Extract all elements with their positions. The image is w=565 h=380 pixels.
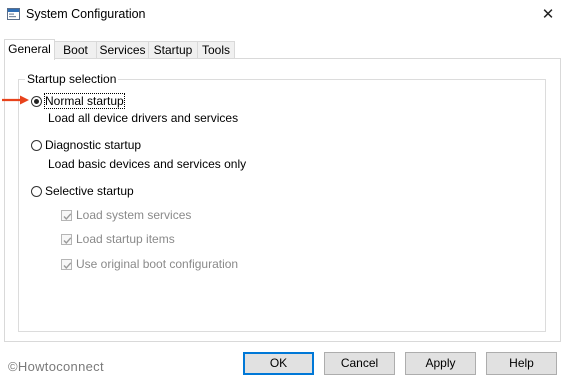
help-button[interactable]: Help bbox=[486, 352, 557, 375]
tab-tools[interactable]: Tools bbox=[197, 41, 235, 58]
normal-startup-radio[interactable]: Normal startup bbox=[31, 93, 125, 109]
window-title: System Configuration bbox=[26, 7, 146, 21]
checkbox-checked-icon bbox=[61, 258, 72, 270]
load-startup-items-label: Load startup items bbox=[76, 232, 175, 246]
radio-selected-icon bbox=[31, 95, 42, 107]
load-system-services-checkbox[interactable]: Load system services bbox=[61, 208, 191, 222]
close-icon: ✕ bbox=[541, 6, 555, 23]
title-bar: System Configuration ✕ bbox=[0, 0, 565, 30]
apply-button[interactable]: Apply bbox=[405, 352, 476, 375]
tab-general[interactable]: General bbox=[4, 39, 55, 60]
normal-startup-description: Load all device drivers and services bbox=[48, 111, 239, 125]
load-system-services-label: Load system services bbox=[76, 208, 192, 222]
diagnostic-startup-radio[interactable]: Diagnostic startup bbox=[31, 138, 141, 152]
checkbox-checked-icon bbox=[61, 209, 72, 221]
msconfig-icon bbox=[7, 8, 20, 20]
use-original-boot-config-checkbox[interactable]: Use original boot configuration bbox=[61, 257, 238, 271]
tab-services[interactable]: Services bbox=[96, 41, 149, 58]
diagnostic-startup-description: Load basic devices and services only bbox=[48, 157, 247, 171]
load-startup-items-checkbox[interactable]: Load startup items bbox=[61, 232, 175, 246]
use-original-boot-config-label: Use original boot configuration bbox=[76, 257, 239, 271]
watermark: ©Howtoconnect bbox=[8, 359, 104, 374]
selective-startup-label: Selective startup bbox=[45, 184, 134, 198]
tab-boot[interactable]: Boot bbox=[54, 41, 97, 58]
radio-unselected-icon bbox=[31, 139, 42, 151]
cancel-button[interactable]: Cancel bbox=[324, 352, 395, 375]
group-title: Startup selection bbox=[25, 72, 119, 86]
radio-unselected-icon bbox=[31, 185, 42, 197]
diagnostic-startup-label: Diagnostic startup bbox=[45, 138, 142, 152]
arrow-annotation-icon bbox=[2, 95, 29, 105]
close-button[interactable]: ✕ bbox=[536, 4, 560, 26]
checkbox-checked-icon bbox=[61, 233, 72, 245]
tab-startup[interactable]: Startup bbox=[148, 41, 198, 58]
selective-startup-radio[interactable]: Selective startup bbox=[31, 184, 134, 198]
normal-startup-label: Normal startup bbox=[44, 93, 125, 109]
ok-button[interactable]: OK bbox=[243, 352, 314, 375]
